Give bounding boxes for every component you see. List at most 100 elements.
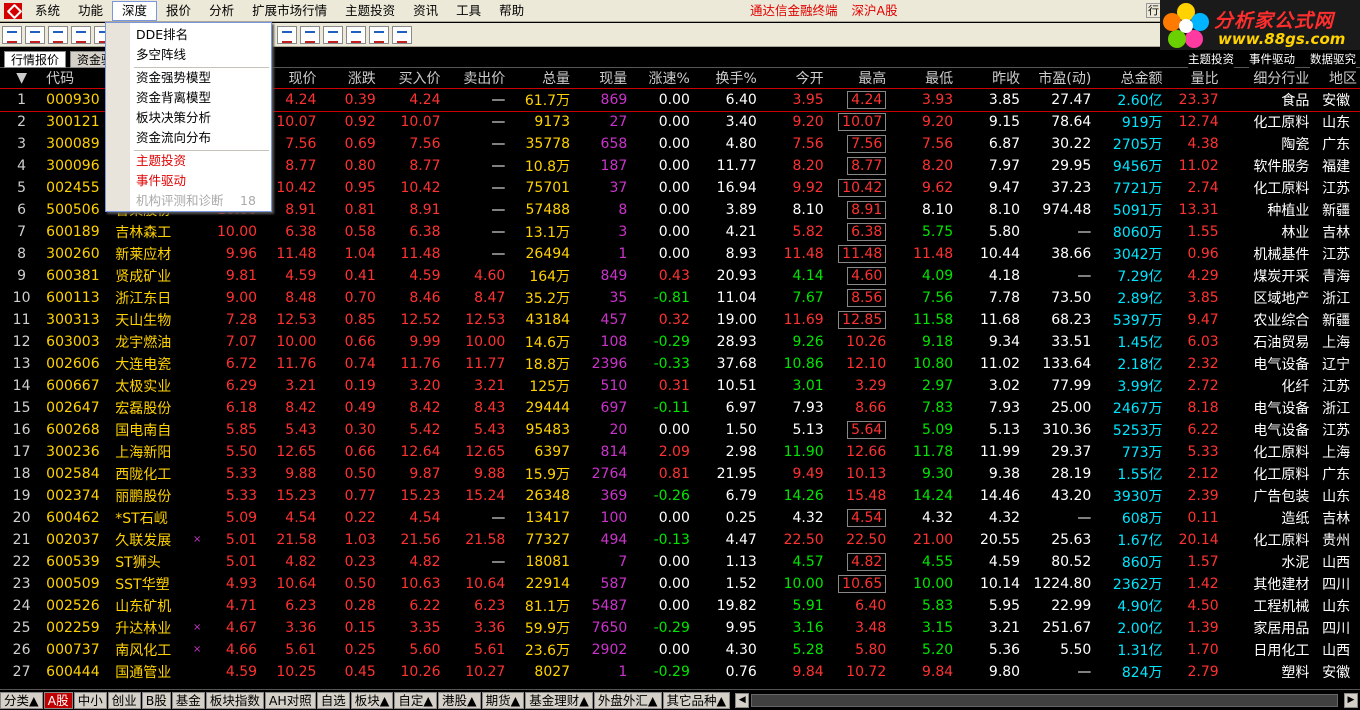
dd-sector-decision[interactable]: 板块决策分析 [136,108,211,128]
table-row[interactable]: 7 600189 吉林森工 10.00 6.38 0.58 6.38 — 13.1万 3 0.00 4… [0,221,1360,243]
table-row[interactable]: 18 002584 西陇化工 5.33 9.88 0.50 9.87 9.88 15.9万 276… [0,463,1360,485]
menu-theme-invest[interactable]: 主题投资 [336,1,404,21]
toolbar-f10-icon[interactable] [346,25,366,44]
dd-fund-flow[interactable]: 资金流向分布 [136,128,211,148]
sort-toggle-icon[interactable]: ▼ [0,68,44,89]
cell-high: 22.50 [846,531,887,548]
col-high-header[interactable]: 最高 [826,68,890,89]
tab-data-drive[interactable]: 数据驱究 [1310,52,1356,68]
table-row[interactable]: 25 002259 升达林业 × 4.67 3.36 0.15 3.35 3.36 59.9万 76… [0,617,1360,639]
bottom-tab-other[interactable]: 其它品种▲ [662,691,731,709]
bottom-tab-custom[interactable]: 自定▲ [394,691,438,709]
bottom-tab-b-share[interactable]: B股 [141,691,171,709]
tab-event-drive[interactable]: 事件驱动 [1249,52,1295,68]
col-change-header[interactable]: 涨跌 [319,68,379,89]
table-row[interactable]: 14 600667 太极实业 6.29 3.21 0.19 3.20 3.21 125万 510 0… [0,375,1360,397]
toolbar-line-chart-icon[interactable] [48,25,68,44]
toolbar-table-icon[interactable] [25,25,45,44]
dd-dde-rank[interactable]: DDE排名 [136,25,188,45]
horizontal-scrollbar[interactable] [751,693,1338,707]
table-row[interactable]: 9 600381 贤成矿业 9.81 4.59 0.41 4.59 4.60 164万 849 0.… [0,265,1360,287]
menu-help[interactable]: 帮助 [490,1,533,21]
table-row[interactable]: 19 002374 丽鹏股份 5.33 15.23 0.77 15.23 15.24 26348… [0,485,1360,507]
col-amount-header[interactable]: 总金额 [1094,68,1166,89]
dd-long-short[interactable]: 多空阵线 [136,45,186,65]
table-row[interactable]: 20 600462 *ST石岘 5.09 4.54 0.22 4.54 — 13417 100 0.… [0,507,1360,529]
cell-industry: 区域地产 [1253,290,1310,307]
dd-divergence-model[interactable]: 资金背离模型 [136,88,211,108]
tab-theme-invest[interactable]: 主题投资 [1188,52,1234,68]
toolbar-kline-icon[interactable] [71,25,91,44]
bottom-tab-sme[interactable]: 中小 [73,691,107,709]
scroll-left-icon[interactable]: ◀ [735,692,750,708]
col-cur-vol-header[interactable]: 现量 [573,68,631,89]
table-row[interactable]: 27 600444 国通管业 4.59 10.25 0.45 10.26 10.27 8027 1… [0,661,1360,683]
menu-quote[interactable]: 报价 [157,1,200,21]
menu-extended-market[interactable]: 扩展市场行情 [243,1,336,21]
scroll-right-icon[interactable]: ▶ [1344,692,1358,708]
cell-pe: 68.23 [1051,311,1092,328]
col-pe-header[interactable]: 市盈(动) [1023,68,1095,89]
dd-event-drive[interactable]: 事件驱动 [136,171,186,191]
bottom-tab-forex[interactable]: 外盘外汇▲ [593,691,662,709]
tab-quote-list[interactable]: 行情报价 [4,51,67,68]
table-row[interactable]: 15 002647 宏磊股份 6.18 8.42 0.49 8.42 8.43 29444 697… [0,397,1360,419]
table-row[interactable]: 22 600539 ST狮头 5.01 4.82 0.23 4.82 — 18081 7 0.00 1… [0,551,1360,573]
bottom-tab-chinext[interactable]: 创业 [107,691,141,709]
toolbar-quote-icon[interactable] [2,25,22,44]
table-row[interactable]: 24 002526 山东矿机 4.71 6.23 0.28 6.22 6.23 81.1万 548… [0,595,1360,617]
bottom-tab-watchlist[interactable]: 自选 [316,691,350,709]
cell-row-index: 27 [12,663,31,680]
menu-tools[interactable]: 工具 [447,1,490,21]
dd-theme-invest[interactable]: 主题投资 [136,151,186,171]
col-volume-header[interactable]: 总量 [508,68,574,89]
toolbar-grid-icon[interactable] [323,25,343,44]
cell-low: 9.18 [922,333,954,350]
col-speed-header[interactable]: 涨速% [630,68,693,89]
table-row[interactable]: 21 002037 久联发展 × 5.01 21.58 1.03 21.56 21.58 7732… [0,529,1360,551]
bottom-tab-fund[interactable]: 基金 [171,691,205,709]
toolbar-print-icon[interactable] [392,25,412,44]
bottom-tab-hk-stock[interactable]: 港股▲ [438,691,481,709]
table-row[interactable]: 12 603003 龙宇燃油 7.07 10.00 0.66 9.99 10.00 14.6万 1… [0,331,1360,353]
bottom-tab-sector[interactable]: 板块▲ [350,691,394,709]
bottom-tab-category[interactable]: 分类▲ [0,691,43,709]
bottom-tab-fund-finance[interactable]: 基金理财▲ [525,691,593,709]
menu-depth[interactable]: 深度 [112,0,158,21]
table-row[interactable]: 10 600113 浙江东日 9.00 8.48 0.70 8.46 8.47 35.2万 35 -… [0,287,1360,309]
col-region-header[interactable]: 地区 [1312,68,1360,89]
menu-analysis[interactable]: 分析 [200,1,243,21]
toolbar-select-icon[interactable] [300,25,320,44]
brand-url[interactable]: www.88gs.com [1218,30,1345,48]
cell-turnover: 37.68 [716,355,757,372]
cell-industry: 农业综合 [1253,312,1310,329]
col-vol-ratio-header[interactable]: 量比 [1165,68,1222,89]
toolbar-export-icon[interactable] [369,25,389,44]
col-code-header[interactable]: 代码 [43,68,113,89]
toolbar-sort-icon[interactable] [277,25,297,44]
table-row[interactable]: 26 000737 南风化工 × 4.66 5.61 0.25 5.60 5.61 23.6万 29… [0,639,1360,661]
cell-vol-ratio: 3.85 [1187,289,1219,306]
col-ask-header[interactable]: 卖出价 [443,68,509,89]
table-row[interactable]: 23 000509 SST华塑 4.93 10.64 0.50 10.63 10.64 2291… [0,573,1360,595]
bottom-tab-sector-index[interactable]: 板块指数 [205,691,264,709]
col-turnover-header[interactable]: 换手% [692,68,760,89]
bottom-tab-futures[interactable]: 期货▲ [481,691,525,709]
menu-system[interactable]: 系统 [26,1,69,21]
menu-function[interactable]: 功能 [69,1,112,21]
col-open-header[interactable]: 今开 [759,68,827,89]
bottom-tab-ah-compare[interactable]: AH对照 [264,691,316,709]
bottom-tab-a-share[interactable]: A股 [43,691,73,709]
table-row[interactable]: 8 300260 新莱应材 9.96 11.48 1.04 11.48 — 26494 1 0.00… [0,243,1360,265]
col-bid-header[interactable]: 买入价 [378,68,444,89]
table-row[interactable]: 17 300236 上海新阳 5.50 12.65 0.66 12.64 12.65 6397 8… [0,441,1360,463]
dd-strong-fund-model[interactable]: 资金强势模型 [136,68,211,88]
col-prev-close-header[interactable]: 昨收 [956,68,1024,89]
col-low-header[interactable]: 最低 [889,68,957,89]
table-row[interactable]: 16 600268 国电南自 5.85 5.43 0.30 5.42 5.43 95483 20 0… [0,419,1360,441]
col-industry-header[interactable]: 细分行业 [1221,68,1313,89]
table-row[interactable]: 13 002606 大连电瓷 6.72 11.76 0.74 11.76 11.77 18.8万… [0,353,1360,375]
menu-info[interactable]: 资讯 [404,1,447,21]
window-partial-icon[interactable]: 行 [1146,3,1161,18]
table-row[interactable]: 11 300313 天山生物 7.28 12.53 0.85 12.52 12.53 43184… [0,309,1360,331]
